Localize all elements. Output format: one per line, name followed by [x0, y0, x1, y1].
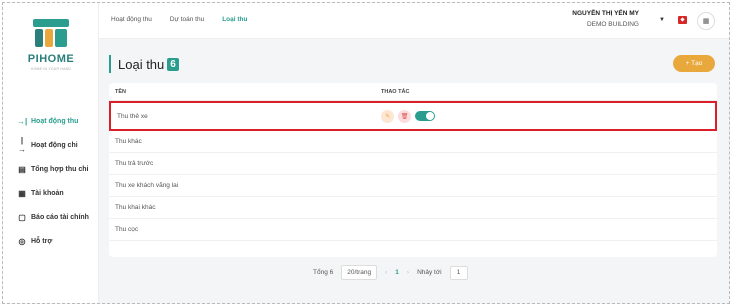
table-row[interactable]: Thu xe khách vãng lai	[109, 175, 717, 197]
tab-du-toan-thu[interactable]: Dự toán thu	[170, 16, 204, 23]
top-bar: Hoạt động thu Dự toán thu Loại thu NGUYỄ…	[99, 3, 729, 39]
sidebar-item-tai-khoan[interactable]: ▦ Tài khoản	[3, 181, 99, 205]
sidebar-item-hoat-dong-chi[interactable]: |→ Hoạt động chi	[3, 133, 99, 157]
data-table: TÊN THAO TÁC Thu thẻ xe ✎ 🗑 Thu khác Thu…	[109, 83, 717, 257]
row-name: Thu cọc	[115, 226, 139, 233]
sidebar-item-label: Hoạt động chi	[31, 141, 78, 149]
row-name: Thu khác	[115, 138, 142, 145]
tab-hoat-dong-thu[interactable]: Hoạt động thu	[111, 16, 152, 23]
tab-loai-thu[interactable]: Loại thu	[222, 16, 247, 23]
chevron-down-icon[interactable]: ▼	[659, 17, 665, 23]
wallet-icon: ▦	[18, 188, 26, 198]
report-icon: ▢	[18, 212, 26, 222]
sidebar-item-label: Tổng hợp thu chi	[31, 165, 89, 173]
sidebar-item-label: Tài khoản	[31, 189, 64, 197]
active-toggle[interactable]	[415, 111, 436, 121]
row-name: Thu trả trước	[115, 160, 154, 167]
flag-icon[interactable]	[678, 16, 687, 24]
page-title: Loại thu 6	[109, 55, 179, 73]
table-row[interactable]: Thu trả trước	[109, 153, 717, 175]
sidebar-item-bao-cao-tai-chinh[interactable]: ▢ Báo cáo tài chính	[3, 205, 99, 229]
prev-page-icon[interactable]: ‹	[385, 269, 387, 276]
row-name: Thu khai khác	[115, 204, 156, 211]
sidebar-item-ho-tro[interactable]: ◎ Hỗ trợ	[3, 229, 99, 253]
tab-bar: Hoạt động thu Dự toán thu Loại thu	[111, 16, 247, 23]
sidebar-item-label: Hoạt động thu	[31, 117, 79, 125]
brand-name: PIHOME	[27, 53, 75, 65]
sidebar-item-label: Hỗ trợ	[31, 237, 53, 245]
pihome-logo-icon	[33, 19, 69, 47]
count-badge: 6	[167, 57, 179, 71]
jump-label: Nhảy tới	[417, 269, 442, 276]
sidebar-item-hoat-dong-thu[interactable]: →| Hoạt động thu	[3, 109, 99, 133]
page-size-select[interactable]: 20/trang	[341, 265, 378, 280]
row-name: Thu thẻ xe	[117, 112, 148, 120]
row-name: Thu xe khách vãng lai	[115, 182, 179, 189]
create-button[interactable]: + Tạo	[673, 55, 715, 72]
logo: PIHOME HOME IN YOUR HAND	[23, 17, 79, 75]
table-row[interactable]: Thu thẻ xe ✎ 🗑	[109, 101, 717, 131]
current-page[interactable]: 1	[395, 269, 399, 276]
table-header: TÊN THAO TÁC	[109, 83, 717, 101]
app-frame: PIHOME HOME IN YOUR HAND →| Hoạt động th…	[2, 2, 730, 304]
row-actions: ✎ 🗑	[381, 109, 715, 123]
sidebar-nav: →| Hoạt động thu |→ Hoạt động chi ▤ Tổng…	[3, 109, 99, 253]
logout-arrow-icon: |→	[18, 136, 26, 154]
user-name: NGUYỄN THỊ YẾN MY	[572, 10, 639, 17]
apps-grid-icon[interactable]: ▦	[697, 12, 715, 30]
headset-icon: ◎	[18, 236, 26, 246]
page-title-text: Loại thu	[118, 56, 165, 72]
table-row[interactable]: Thu khai khác	[109, 197, 717, 219]
table-row[interactable]: Thu cọc	[109, 219, 717, 241]
delete-icon[interactable]: 🗑	[398, 109, 412, 123]
ledger-icon: ▤	[18, 164, 26, 174]
sidebar: PIHOME HOME IN YOUR HAND →| Hoạt động th…	[3, 3, 99, 303]
column-header-name: TÊN	[115, 88, 126, 95]
pagination: Tổng 6 20/trang ‹ 1 › Nhảy tới 1	[313, 265, 468, 280]
user-info[interactable]: NGUYỄN THỊ YẾN MY DEMO BUILDING	[572, 10, 639, 28]
title-accent-bar	[109, 55, 111, 73]
total-count: Tổng 6	[313, 269, 334, 276]
sidebar-item-tong-hop-thu-chi[interactable]: ▤ Tổng hợp thu chi	[3, 157, 99, 181]
table-row[interactable]: Thu khác	[109, 131, 717, 153]
building-name: DEMO BUILDING	[586, 21, 639, 28]
brand-tagline: HOME IN YOUR HAND	[30, 67, 72, 71]
jump-input[interactable]: 1	[449, 265, 468, 280]
sidebar-item-label: Báo cáo tài chính	[31, 213, 89, 221]
next-page-icon[interactable]: ›	[407, 269, 409, 276]
login-arrow-icon: →|	[17, 116, 28, 126]
column-header-actions: THAO TÁC	[381, 88, 410, 95]
edit-icon[interactable]: ✎	[381, 109, 395, 123]
